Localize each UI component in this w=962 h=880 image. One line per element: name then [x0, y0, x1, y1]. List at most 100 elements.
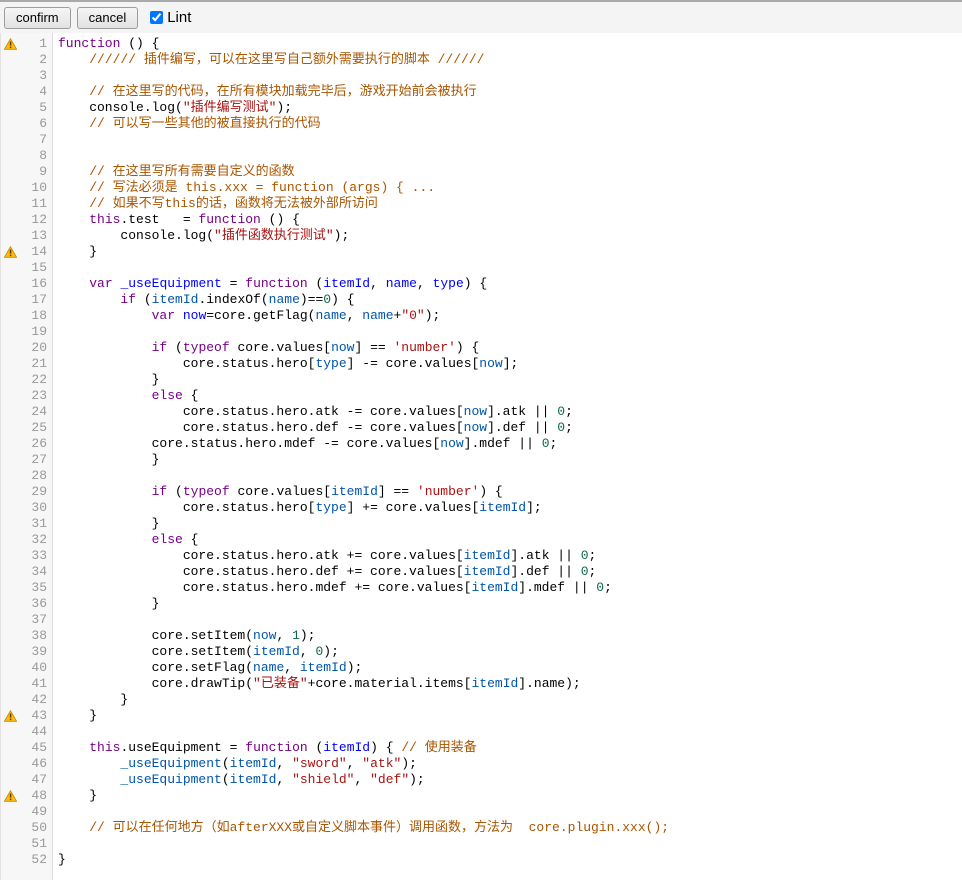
code-line[interactable]: 13 console.log("插件函数执行测试"); — [1, 228, 962, 244]
code-text — [53, 804, 58, 820]
code-text: } — [53, 596, 159, 612]
code-line[interactable]: 36 } — [1, 596, 962, 612]
code-line[interactable]: 5 console.log("插件编写测试"); — [1, 100, 962, 116]
code-text: core.setItem(itemId, 0); — [53, 644, 339, 660]
code-line[interactable]: 38 core.setItem(now, 1); — [1, 628, 962, 644]
code-editor[interactable]: 1function () {2 ////// 插件编写，可以在这里写自己额外需要… — [0, 33, 962, 880]
code-text: // 可以写一些其他的被直接执行的代码 — [53, 116, 321, 132]
code-line[interactable]: 28 — [1, 468, 962, 484]
line-gutter: 8 — [1, 148, 53, 164]
code-text: core.status.hero.def += core.values[item… — [53, 564, 596, 580]
code-line[interactable]: 27 } — [1, 452, 962, 468]
code-text: core.status.hero.atk -= core.values[now]… — [53, 404, 573, 420]
code-line[interactable]: 42 } — [1, 692, 962, 708]
lint-warning-icon[interactable] — [1, 788, 20, 804]
code-line[interactable]: 44 — [1, 724, 962, 740]
lint-label: Lint — [167, 9, 191, 26]
code-line[interactable]: 46 _useEquipment(itemId, "sword", "atk")… — [1, 756, 962, 772]
code-line[interactable]: 33 core.status.hero.atk += core.values[i… — [1, 548, 962, 564]
code-line[interactable]: 41 core.drawTip("已装备"+core.material.item… — [1, 676, 962, 692]
code-line[interactable]: 6 // 可以写一些其他的被直接执行的代码 — [1, 116, 962, 132]
code-line[interactable]: 37 — [1, 612, 962, 628]
gutter-marker-space — [1, 196, 20, 212]
code-line[interactable]: 7 — [1, 132, 962, 148]
gutter-marker-space — [1, 404, 20, 420]
code-line[interactable]: 23 else { — [1, 388, 962, 404]
code-lines[interactable]: 1function () {2 ////// 插件编写，可以在这里写自己额外需要… — [1, 33, 962, 868]
code-line[interactable]: 15 — [1, 260, 962, 276]
line-number: 29 — [20, 484, 53, 500]
gutter-marker-space — [1, 612, 20, 628]
code-line[interactable]: 39 core.setItem(itemId, 0); — [1, 644, 962, 660]
code-line[interactable]: 18 var now=core.getFlag(name, name+"0"); — [1, 308, 962, 324]
code-text: if (itemId.indexOf(name)==0) { — [53, 292, 355, 308]
line-number: 31 — [20, 516, 53, 532]
code-text: core.status.hero.mdef += core.values[ite… — [53, 580, 612, 596]
code-text: } — [53, 452, 159, 468]
code-line[interactable]: 16 var _useEquipment = function (itemId,… — [1, 276, 962, 292]
code-text: core.status.hero.mdef -= core.values[now… — [53, 436, 557, 452]
code-line[interactable]: 3 — [1, 68, 962, 84]
code-line[interactable]: 30 core.status.hero[type] += core.values… — [1, 500, 962, 516]
line-number: 26 — [20, 436, 53, 452]
gutter-marker-space — [1, 740, 20, 756]
code-text: } — [53, 708, 97, 724]
line-number: 52 — [20, 852, 53, 868]
code-line[interactable]: 50 // 可以在任何地方（如afterXXX或自定义脚本事件）调用函数，方法为… — [1, 820, 962, 836]
code-line[interactable]: 4 // 在这里写的代码，在所有模块加载完毕后，游戏开始前会被执行 — [1, 84, 962, 100]
code-line[interactable]: 11 // 如果不写this的话，函数将无法被外部所访问 — [1, 196, 962, 212]
code-line[interactable]: 43 } — [1, 708, 962, 724]
code-line[interactable]: 20 if (typeof core.values[now] == 'numbe… — [1, 340, 962, 356]
code-line[interactable]: 51 — [1, 836, 962, 852]
cancel-button[interactable]: cancel — [77, 7, 139, 29]
lint-warning-icon[interactable] — [1, 244, 20, 260]
line-gutter: 32 — [1, 532, 53, 548]
code-line[interactable]: 49 — [1, 804, 962, 820]
code-line[interactable]: 29 if (typeof core.values[itemId] == 'nu… — [1, 484, 962, 500]
code-line[interactable]: 21 core.status.hero[type] -= core.values… — [1, 356, 962, 372]
code-text: function () { — [53, 36, 159, 52]
gutter-marker-space — [1, 132, 20, 148]
code-line[interactable]: 48 } — [1, 788, 962, 804]
code-line[interactable]: 25 core.status.hero.def -= core.values[n… — [1, 420, 962, 436]
code-line[interactable]: 35 core.status.hero.mdef += core.values[… — [1, 580, 962, 596]
gutter-marker-space — [1, 436, 20, 452]
line-gutter: 12 — [1, 212, 53, 228]
lint-checkbox[interactable] — [150, 11, 163, 24]
code-line[interactable]: 31 } — [1, 516, 962, 532]
gutter-marker-space — [1, 836, 20, 852]
line-gutter: 39 — [1, 644, 53, 660]
lint-warning-icon[interactable] — [1, 36, 20, 52]
code-line[interactable]: 24 core.status.hero.atk -= core.values[n… — [1, 404, 962, 420]
confirm-button[interactable]: confirm — [4, 7, 71, 29]
code-line[interactable]: 34 core.status.hero.def += core.values[i… — [1, 564, 962, 580]
code-line[interactable]: 12 this.test = function () { — [1, 212, 962, 228]
code-line[interactable]: 22 } — [1, 372, 962, 388]
line-gutter: 35 — [1, 580, 53, 596]
line-number: 11 — [20, 196, 53, 212]
lint-warning-icon[interactable] — [1, 708, 20, 724]
code-text: } — [53, 692, 128, 708]
code-line[interactable]: 32 else { — [1, 532, 962, 548]
line-gutter: 21 — [1, 356, 53, 372]
code-line[interactable]: 14 } — [1, 244, 962, 260]
line-gutter: 31 — [1, 516, 53, 532]
code-text — [53, 468, 58, 484]
code-line[interactable]: 47 _useEquipment(itemId, "shield", "def"… — [1, 772, 962, 788]
code-line[interactable]: 1function () { — [1, 36, 962, 52]
code-line[interactable]: 9 // 在这里写所有需要自定义的函数 — [1, 164, 962, 180]
code-line[interactable]: 19 — [1, 324, 962, 340]
code-line[interactable]: 45 this.useEquipment = function (itemId)… — [1, 740, 962, 756]
code-line[interactable]: 10 // 写法必须是 this.xxx = function (args) {… — [1, 180, 962, 196]
code-line[interactable]: 2 ////// 插件编写，可以在这里写自己额外需要执行的脚本 ////// — [1, 52, 962, 68]
gutter-marker-space — [1, 804, 20, 820]
line-gutter: 52 — [1, 852, 53, 868]
code-line[interactable]: 52} — [1, 852, 962, 868]
code-line[interactable]: 8 — [1, 148, 962, 164]
code-line[interactable]: 17 if (itemId.indexOf(name)==0) { — [1, 292, 962, 308]
code-text: _useEquipment(itemId, "shield", "def"); — [53, 772, 425, 788]
code-line[interactable]: 26 core.status.hero.mdef -= core.values[… — [1, 436, 962, 452]
gutter-marker-space — [1, 820, 20, 836]
line-number: 12 — [20, 212, 53, 228]
code-line[interactable]: 40 core.setFlag(name, itemId); — [1, 660, 962, 676]
